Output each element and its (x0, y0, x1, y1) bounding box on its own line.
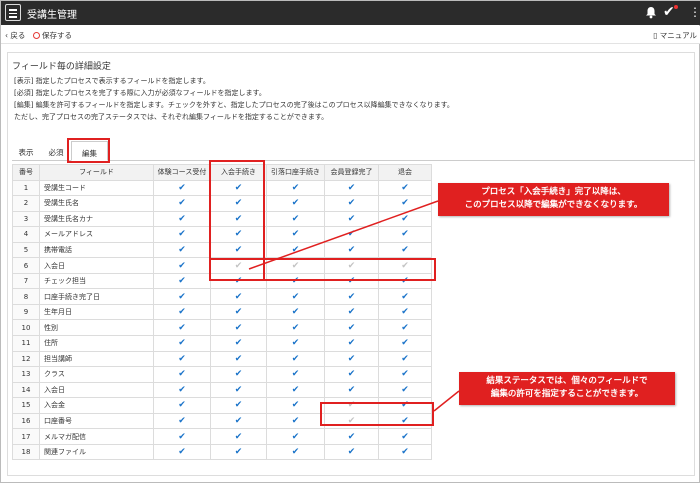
status-callout: 結果ステータスでは、個々のフィールドで 編集の許可を指定することができます。 (459, 372, 675, 405)
callout-text: このプロセス以降で編集ができなくなります。 (464, 200, 643, 210)
process-callout: プロセス「入会手続き」完了以降は、 このプロセス以降で編集ができなくなります。 (438, 183, 669, 216)
callout-connectors (248, 200, 460, 412)
callout-text: 編集の許可を指定することができます。 (490, 389, 644, 399)
callout-text: 結果ステータスでは、個々のフィールドで (486, 376, 648, 386)
callout-text: プロセス「入会手続き」完了以降は、 (481, 187, 626, 197)
